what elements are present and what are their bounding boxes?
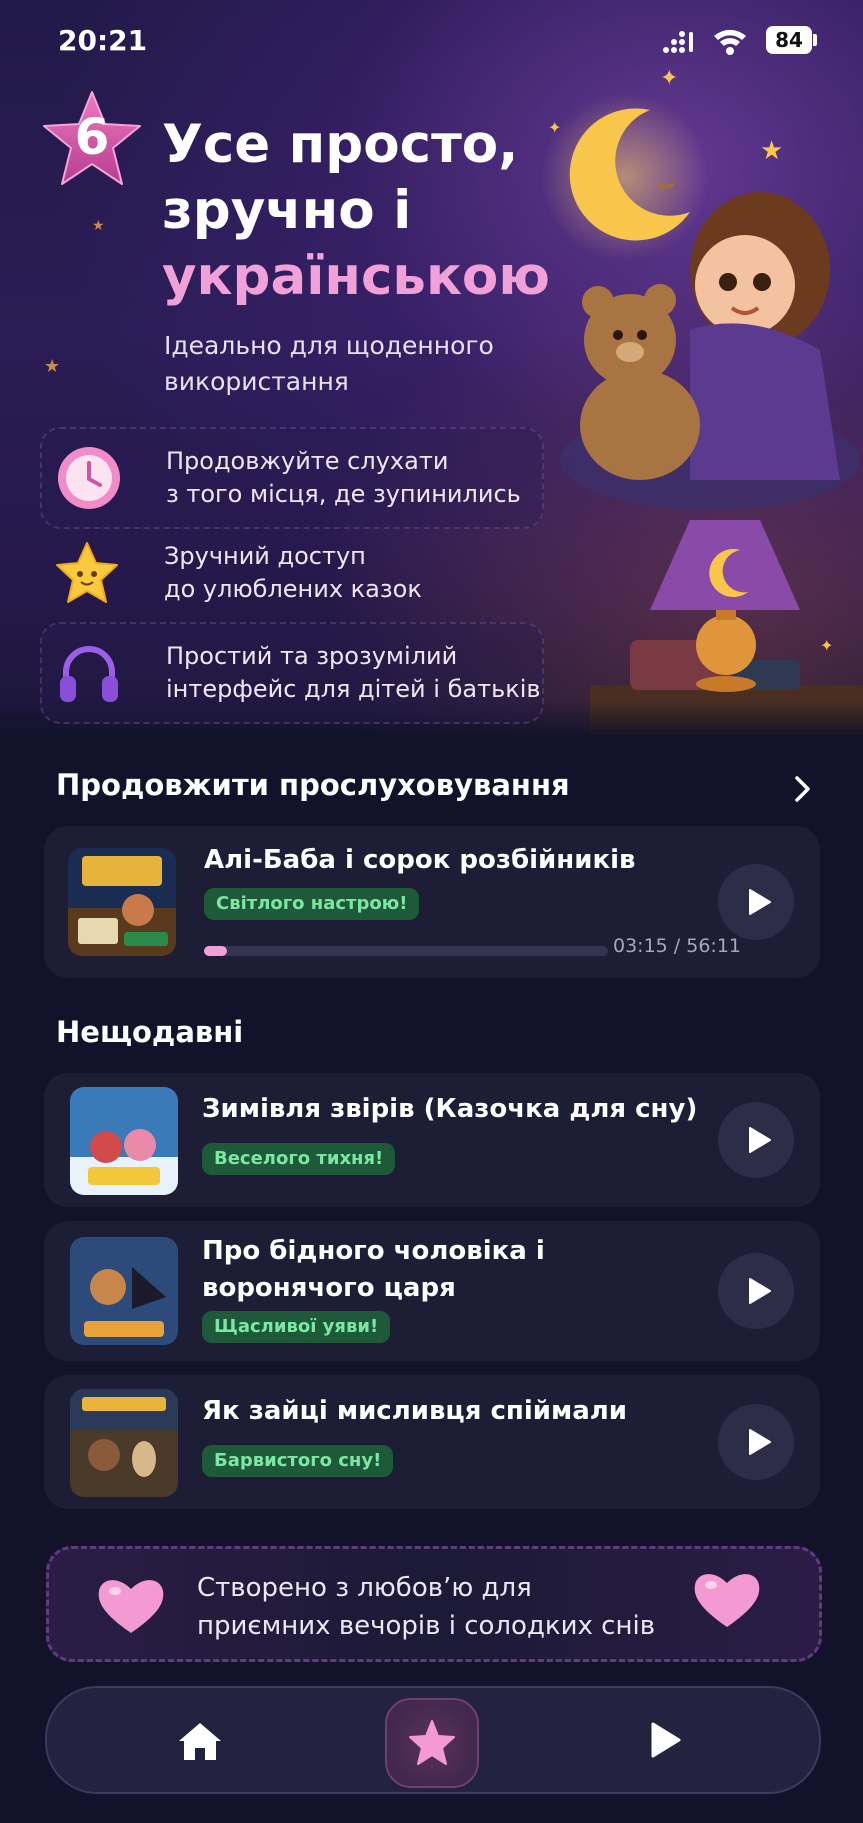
play-icon [749, 1278, 771, 1304]
recent-item[interactable]: Зимівля звірів (Казочка для сну) Веселог… [44, 1073, 820, 1207]
feature-item-interface: Простий та зрозумілий інтерфейс для діте… [40, 622, 544, 724]
love-banner: Створено з любов’ю для приємних вечорів … [46, 1546, 822, 1662]
mood-badge: Веселого тихня! [202, 1143, 396, 1175]
step-number: 6 [74, 108, 110, 166]
progress-fill [204, 946, 227, 956]
story-title: Зимівля звірів (Казочка для сну) [202, 1094, 698, 1124]
feature-line2: до улюблених казок [164, 575, 422, 603]
mood-badge: Світлого настрою! [204, 888, 420, 920]
headline-line1: Усе просто, [162, 114, 519, 175]
girl-with-teddy-illustration [560, 192, 860, 510]
recent-section-title: Нещодавні [56, 1015, 244, 1049]
love-text: Створено з любов’ю для приємних вечорів … [197, 1569, 697, 1645]
sparkle-icon: ★ [760, 136, 784, 166]
story-cover-thumbnail [70, 1389, 178, 1497]
headline-accent: українською [162, 246, 550, 307]
story-cover-thumbnail [70, 1237, 178, 1345]
recent-item[interactable]: Про бідного чоловіка і воронячого царя Щ… [44, 1221, 820, 1361]
play-icon[interactable] [647, 1720, 683, 1760]
story-title-line2: воронячого царя [202, 1273, 456, 1303]
feature-line1: Зручний доступ [164, 542, 366, 570]
headphones-icon [60, 646, 118, 702]
star-icon [56, 542, 118, 603]
star-icon [409, 1720, 455, 1765]
status-bar: 20:21 84 [0, 0, 863, 80]
status-time: 20:21 [58, 24, 148, 57]
heart-icon [694, 1574, 760, 1627]
hero-subtitle: Ідеально для щоденного використання [164, 331, 494, 396]
play-icon [749, 889, 771, 915]
feature-text: Продовжуйте слухати з того місця, де зуп… [166, 445, 546, 511]
bottom-nav [45, 1686, 821, 1794]
feature-text: Зручний доступ до улюблених казок [164, 540, 544, 606]
story-title-line1: Про бідного чоловіка і [202, 1236, 545, 1266]
signal-icon [663, 31, 693, 53]
recent-item[interactable]: Як зайці мисливця спіймали Барвистого сн… [44, 1375, 820, 1509]
progress-time: 03:15 / 56:11 [613, 935, 741, 957]
home-icon[interactable] [177, 1720, 223, 1762]
headline-line2: зручно і [162, 180, 412, 241]
love-text-line1: Створено з любов’ю для [197, 1573, 532, 1603]
love-text-line2: приємних вечорів і солодких снів [197, 1611, 656, 1641]
favorites-tab[interactable] [385, 1698, 479, 1788]
play-button[interactable] [718, 864, 794, 940]
mood-badge: Щасливої уяви! [202, 1311, 391, 1343]
play-button[interactable] [718, 1102, 794, 1178]
feature-item-favorites: Зручний доступ до улюблених казок [40, 524, 540, 622]
story-title: Про бідного чоловіка і воронячого царя [202, 1233, 545, 1307]
story-cover-thumbnail [68, 848, 176, 956]
feature-text: Простий та зрозумілий інтерфейс для діте… [166, 640, 546, 706]
story-title: Алі-Баба і сорок розбійників [204, 845, 636, 875]
feature-line2: з того місця, де зупинились [166, 480, 521, 508]
page-title: Усе просто, зручно і українською [162, 112, 550, 310]
feature-line1: Простий та зрозумілий [166, 642, 458, 670]
feature-line2: інтерфейс для дітей і батьків [166, 675, 541, 703]
story-title: Як зайці мисливця спіймали [202, 1396, 628, 1426]
play-button[interactable] [718, 1404, 794, 1480]
continue-section-title: Продовжити прослуховування [56, 768, 570, 802]
chevron-right-icon[interactable] [788, 772, 816, 806]
progress-bar[interactable] [204, 946, 608, 956]
feature-item-resume: Продовжуйте слухати з того місця, де зуп… [40, 427, 544, 529]
battery-tip [813, 34, 817, 46]
battery-indicator: 84 [766, 26, 812, 54]
play-button[interactable] [718, 1253, 794, 1329]
mood-badge: Барвистого сну! [202, 1445, 394, 1477]
continue-card[interactable]: Алі-Баба і сорок розбійників Світлого на… [44, 826, 820, 978]
sparkle-icon: ★ [44, 356, 61, 377]
clock-icon [58, 447, 120, 509]
sparkle-icon: ★ [92, 218, 105, 234]
play-icon [749, 1429, 771, 1455]
feature-line1: Продовжуйте слухати [166, 447, 449, 475]
story-cover-thumbnail [70, 1087, 178, 1195]
play-icon [749, 1127, 771, 1153]
wifi-icon [714, 29, 746, 55]
heart-icon [98, 1580, 164, 1633]
